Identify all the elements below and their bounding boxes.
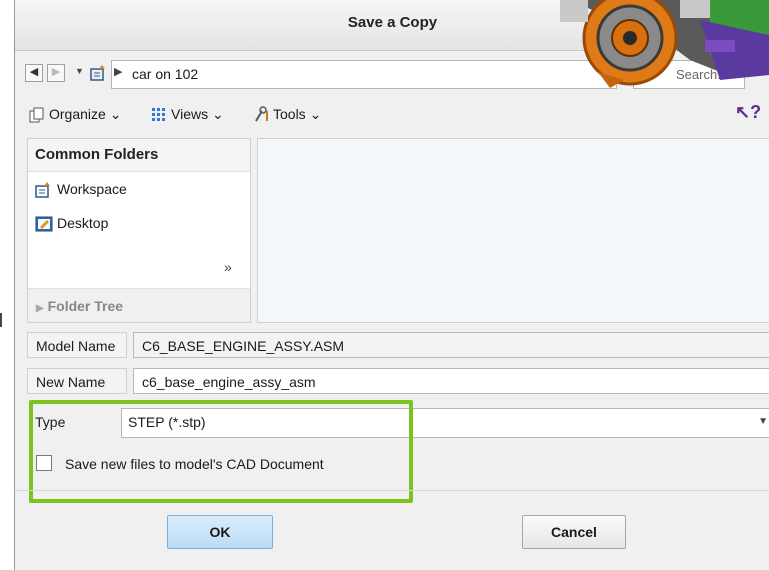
folder-tree-toggle[interactable]: ▶ Folder Tree [28,288,250,322]
cancel-button[interactable]: Cancel [522,515,626,549]
desktop-icon [35,216,53,232]
toolbar: Organize ⌄ Views ⌄ Tools ⌄ ↖? [15,100,769,130]
breadcrumb-arrow-icon: ▶ [114,66,123,78]
file-list-pane[interactable] [257,138,769,323]
organize-label: Organize [49,106,106,122]
sidebar-item-label: Workspace [57,181,127,197]
sidebar-item-desktop[interactable]: Desktop [28,206,250,240]
sidebar-item-label: Desktop [57,215,109,231]
expand-arrow-icon: ▶ [36,303,44,314]
engine-assembly-image [560,0,769,88]
help-icon[interactable]: ↖? [735,102,761,123]
tools-menu[interactable]: Tools ⌄ [273,106,321,123]
organize-menu[interactable]: Organize ⌄ [49,106,121,123]
back-button[interactable]: ◀ [25,64,43,82]
tools-icon [255,106,268,122]
workspace-icon [35,182,50,199]
model-name-label: Model Name [27,332,127,358]
callout-highlight-frame [29,400,413,503]
ok-button[interactable]: OK [167,515,273,549]
sidebar-item-workspace[interactable]: Workspace [28,172,250,206]
model-name-value: C6_BASE_ENGINE_ASSY.ASM [133,332,769,358]
forward-button[interactable]: ▶ [47,64,65,82]
left-edge-mark [0,313,6,327]
folder-tree-label: Folder Tree [47,298,124,314]
views-icon [152,108,165,121]
organize-icon [29,107,44,123]
tools-label: Tools [273,106,306,122]
common-folders-pane: Common Folders Workspace Desktop » ▶ Fol… [27,138,251,323]
views-label: Views [171,106,209,122]
new-name-label: New Name [27,368,127,394]
chevron-down-icon: ▼ [758,416,768,427]
views-menu[interactable]: Views ⌄ [171,106,224,123]
expand-more-icon[interactable]: » [224,259,232,275]
address-path: car on 102 [132,66,199,82]
common-folders-header: Common Folders [28,139,250,172]
workspace-icon [90,65,105,81]
history-dropdown-icon[interactable]: ▼ [75,66,84,76]
new-name-input[interactable]: c6_base_engine_assy_asm [133,368,769,394]
divider [15,490,769,491]
